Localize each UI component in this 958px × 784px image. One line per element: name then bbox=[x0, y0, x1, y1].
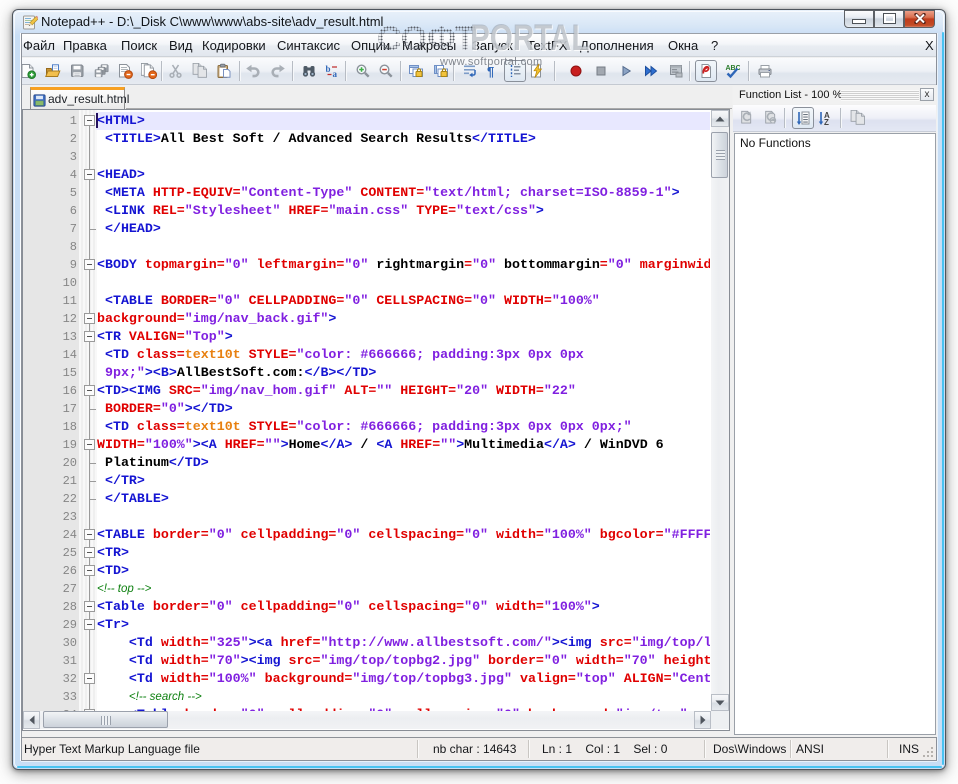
svg-text:a: a bbox=[333, 69, 338, 79]
svg-text:b: b bbox=[326, 64, 331, 74]
svg-text:Z: Z bbox=[824, 118, 829, 126]
svg-text:ABC: ABC bbox=[726, 65, 741, 72]
